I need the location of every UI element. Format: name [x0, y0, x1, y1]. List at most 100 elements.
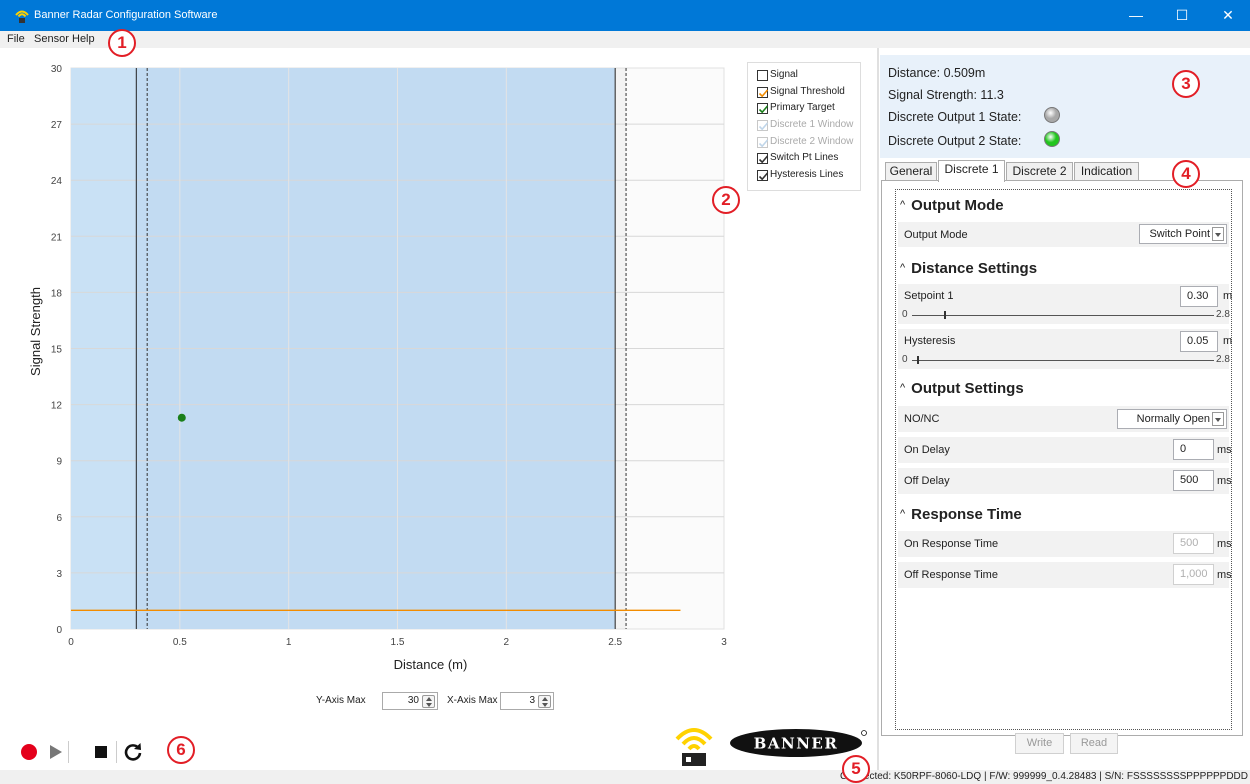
legend-item[interactable]: Signal: [756, 68, 860, 85]
output-mode-section-header[interactable]: ^ Output Mode: [900, 197, 1004, 214]
status-bar: Connected: K50RPF-8060-LDQ | F/W: 999999…: [0, 770, 1250, 784]
collapse-caret-icon[interactable]: ^: [900, 508, 905, 520]
collapse-caret-icon[interactable]: ^: [900, 382, 905, 394]
y-tick-label: 3: [56, 569, 62, 580]
banner-logo: BANNER: [730, 729, 867, 757]
hysteresis-input[interactable]: 0.05: [1180, 331, 1218, 352]
collapse-caret-icon[interactable]: ^: [900, 199, 905, 211]
collapse-caret-icon[interactable]: ^: [900, 262, 905, 274]
x-tick-label: 1.5: [391, 637, 405, 648]
on-response-time-unit: ms: [1217, 538, 1232, 550]
y-axis-max-label: Y-Axis Max: [316, 695, 366, 706]
output-settings-section-header[interactable]: ^ Output Settings: [900, 380, 1024, 397]
distance-settings-section-header[interactable]: ^ Distance Settings: [900, 260, 1037, 277]
checkbox-checked-icon[interactable]: [757, 86, 769, 98]
legend-item[interactable]: Signal Threshold: [756, 85, 860, 102]
y-tick-label: 6: [56, 513, 62, 524]
legend-item[interactable]: Switch Pt Lines: [756, 151, 860, 168]
legend-item[interactable]: Discrete 1 Window: [756, 118, 860, 135]
x-tick-label: 0.5: [173, 637, 187, 648]
menu-help[interactable]: Help: [72, 33, 95, 45]
hysteresis-min: 0: [902, 354, 908, 365]
badge-5: 5: [842, 755, 870, 783]
on-response-time-row: On Response Time 500 ms: [898, 531, 1232, 557]
nonc-row: NO/NC Normally Open: [898, 406, 1229, 432]
setpoint-1-max: 2.8: [1216, 309, 1230, 320]
chevron-down-icon[interactable]: [1212, 227, 1224, 241]
radar-sensor-logo: [675, 728, 713, 766]
hysteresis-label: Hysteresis: [904, 335, 956, 347]
x-tick-label: 1: [286, 637, 292, 648]
settings-panel: ^ Output Mode Output Mode Switch Point ^ D…: [881, 180, 1243, 736]
setpoint-1-input[interactable]: 0.30: [1180, 286, 1218, 307]
chevron-down-icon[interactable]: [1212, 412, 1224, 426]
legend-item-label: Signal: [770, 69, 798, 80]
spinner-arrows-icon[interactable]: [422, 695, 435, 708]
read-button[interactable]: Read: [1070, 733, 1118, 754]
y-tick-label: 24: [51, 176, 63, 187]
x-axis-title: Distance (m): [394, 657, 468, 672]
setpoint-1-label: Setpoint 1: [904, 290, 954, 302]
checkbox-checked-icon[interactable]: [757, 136, 769, 148]
legend-item-label: Discrete 2 Window: [770, 135, 854, 147]
checkbox-checked-icon[interactable]: [757, 103, 769, 115]
x-axis-max-label: X-Axis Max: [447, 695, 498, 706]
tab-general[interactable]: General: [885, 162, 937, 181]
off-delay-input[interactable]: 500: [1173, 470, 1214, 491]
legend-item-label: Discrete 1 Window: [770, 119, 854, 131]
menu-file[interactable]: File: [7, 33, 25, 45]
tab-discrete-2[interactable]: Discrete 2: [1006, 162, 1073, 181]
settings-content: ^ Output Mode Output Mode Switch Point ^ D…: [895, 189, 1232, 730]
on-delay-input[interactable]: 0: [1173, 439, 1214, 460]
badge-6: 6: [167, 736, 195, 764]
off-response-time-label: Off Response Time: [904, 569, 998, 581]
off-delay-row: Off Delay 500 ms: [898, 468, 1232, 494]
refresh-button[interactable]: [120, 739, 146, 765]
checkbox-checked-icon[interactable]: [757, 120, 769, 132]
tab-indication[interactable]: Indication: [1074, 162, 1139, 181]
stop-button[interactable]: [88, 739, 114, 765]
setpoint-1-slider[interactable]: [912, 315, 1214, 316]
write-button[interactable]: Write: [1015, 733, 1064, 754]
setpoint-1-slider-thumb[interactable]: [944, 311, 947, 319]
checkbox-checked-icon[interactable]: [757, 170, 769, 182]
off-response-time-unit: ms: [1217, 569, 1232, 581]
minimize-button[interactable]: —: [1114, 0, 1158, 31]
badge-1: 1: [108, 29, 136, 57]
on-response-time-input: 500: [1173, 533, 1214, 554]
tab-discrete-1[interactable]: Discrete 1: [938, 160, 1005, 182]
hysteresis-unit: m: [1223, 335, 1233, 347]
record-button[interactable]: [16, 739, 42, 765]
legend-item[interactable]: Discrete 2 Window: [756, 135, 860, 152]
play-button[interactable]: [42, 739, 68, 765]
output-mode-row: Output Mode Switch Point: [898, 222, 1229, 247]
x-axis-max-value: 3: [529, 695, 535, 706]
legend-item[interactable]: Hysteresis Lines: [756, 168, 860, 185]
signal-chart[interactable]: 0 3 6 9 12 15 18 21 24 27 30 0 0.5 1 1.5 2 2.5 3 Distance …: [0, 48, 745, 678]
menu-bar: File Sensor Help: [0, 31, 1250, 48]
close-button[interactable]: ✕: [1206, 0, 1250, 31]
primary-target-point: [177, 413, 186, 422]
on-delay-label: On Delay: [904, 444, 950, 456]
checkbox-checked-icon[interactable]: [757, 153, 769, 165]
checkbox-unchecked-icon[interactable]: [757, 70, 768, 81]
x-axis-max-spinner[interactable]: 3: [500, 692, 554, 710]
y-axis-max-spinner[interactable]: 30: [382, 692, 438, 710]
legend-item[interactable]: Primary Target: [756, 101, 860, 118]
response-time-section-header[interactable]: ^ Response Time: [900, 506, 1022, 523]
y-tick-label: 21: [51, 232, 63, 243]
x-tick-label: 2.5: [608, 637, 622, 648]
spinner-arrows-icon[interactable]: [538, 695, 551, 708]
maximize-button[interactable]: ☐: [1160, 0, 1204, 31]
hysteresis-slider-thumb[interactable]: [917, 356, 920, 364]
output-mode-select[interactable]: Switch Point: [1139, 224, 1227, 244]
hysteresis-slider[interactable]: [912, 360, 1214, 361]
nonc-select[interactable]: Normally Open: [1117, 409, 1227, 429]
setpoint-1-row: Setpoint 1 0.30 m 0 2.8: [898, 284, 1233, 324]
off-delay-unit: ms: [1217, 475, 1232, 487]
signal-strength-readout: Signal Strength: 11.3: [888, 88, 1004, 102]
menu-sensor[interactable]: Sensor: [34, 33, 69, 45]
window-title: Banner Radar Configuration Software: [34, 9, 218, 21]
setpoint-1-unit: m: [1223, 290, 1233, 302]
panel-divider[interactable]: [877, 48, 879, 770]
